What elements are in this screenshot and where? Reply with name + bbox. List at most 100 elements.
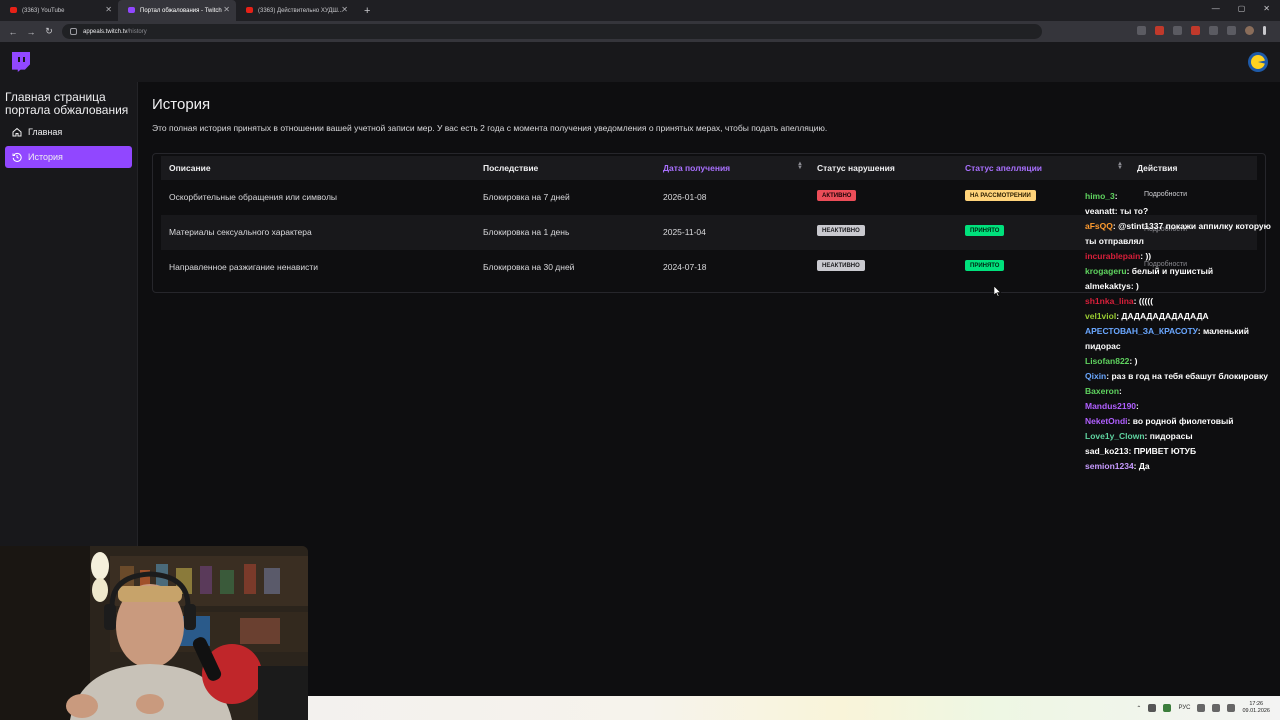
youtube-icon [10,7,17,13]
row-description: Направленное разжигание ненависти [169,262,318,272]
page-title: История [152,96,211,113]
volume-icon[interactable] [1212,704,1221,712]
sidebar-item-home[interactable]: Главная [5,121,132,143]
appeal-status-badge: НА РАССМОТРЕНИИ [965,190,1036,201]
tab-youtube-video[interactable]: (3363) Действительно ХУДШ... ✕ [236,0,354,21]
column-header-appeal-status[interactable]: Статус апелляции [965,163,1042,173]
menu-icon[interactable] [1263,26,1266,35]
tab-label: Портал обжалования - Twitch [140,7,222,14]
webcam-overlay [0,546,308,720]
chat-username[interactable]: Qixin [1085,371,1106,381]
chat-username[interactable]: krogageru [1085,266,1127,276]
extension-icon[interactable] [1137,26,1146,35]
chat-username[interactable]: himo_3 [1085,191,1115,201]
tab-youtube[interactable]: (3363) YouTube ✕ [0,0,118,21]
close-icon[interactable]: ✕ [223,5,230,14]
chat-username[interactable]: almekaktys [1085,281,1131,291]
clock[interactable]: 17:26 09.01.2026 [1242,701,1270,715]
chat-message: aFsQQ: @stint1337 покажи аппилку которую… [1085,219,1275,249]
row-description: Материалы сексуального характера [169,227,312,237]
chat-username[interactable]: Lisofan822 [1085,356,1129,366]
chat-separator: : [1136,401,1139,411]
chat-message: krogageru: белый и пушистый [1085,264,1275,279]
chat-message: Mandus2190: [1085,399,1275,414]
violation-status-badge: НЕАКТИВНО [817,260,865,271]
appeal-status-badge: ПРИНЯТО [965,260,1005,271]
reload-button[interactable]: ↻ [40,26,58,37]
close-icon[interactable]: ✕ [341,5,348,14]
tab-appeals-portal[interactable]: Портал обжалования - Twitch ✕ [118,0,236,21]
chat-username[interactable]: aFsQQ [1085,221,1113,231]
tab-label: (3363) Действительно ХУДШ... [258,7,343,14]
sort-icon[interactable]: ▲ ▼ [797,161,803,171]
chat-username[interactable]: sad_ko213 [1085,446,1128,456]
tab-label: (3363) YouTube [22,7,65,14]
webcam-feed-image [0,546,308,720]
chat-message: himo_3: [1085,189,1275,204]
site-info-icon[interactable] [70,28,77,35]
extension-icon[interactable] [1227,26,1236,35]
mouse-cursor-icon [993,284,1002,302]
top-navigation [0,42,1280,82]
chat-message: Love1y_Clown: пидорасы [1085,429,1275,444]
chat-message: Baxeron: [1085,384,1275,399]
chat-username[interactable]: veanatt [1085,206,1115,216]
column-header-date[interactable]: Дата получения [663,163,730,173]
close-icon[interactable]: ✕ [105,5,112,14]
tray-app-icon[interactable] [1163,704,1172,712]
extension-icon[interactable] [1155,26,1164,35]
address-bar[interactable]: appeals.twitch.tv/history [62,24,1042,39]
chat-text: )) [1145,251,1152,261]
chat-text: ) [1134,356,1138,366]
extension-icon[interactable] [1191,26,1200,35]
chat-separator: : [1119,386,1122,396]
twitch-logo-icon[interactable] [12,52,30,72]
back-button[interactable]: ← [4,27,22,37]
history-icon [12,152,22,162]
chat-text: раз в год на тебя ебашут блокировку [1111,371,1269,381]
sidebar-item-history[interactable]: История [5,146,132,168]
chat-message: incurablepain: )) [1085,249,1275,264]
chat-username[interactable]: Baxeron [1085,386,1119,396]
chat-text: ) [1136,281,1139,291]
chat-message: sad_ko213: ПРИВЕТ ЮТУБ [1085,444,1275,459]
table-header: Описание Последствие Дата получения ▲ ▼ С… [161,156,1257,180]
chat-username[interactable]: semion1234 [1085,461,1134,471]
column-header-actions: Действия [1137,163,1178,173]
chat-message: NeketOndi: во родной фиолетовый [1085,414,1275,429]
chat-message: sh1nka_lina: ((((( [1085,294,1275,309]
close-window-button[interactable]: ✕ [1263,4,1270,13]
minimize-button[interactable]: — [1212,4,1220,13]
network-icon[interactable] [1197,704,1206,712]
sidebar-item-label: Главная [28,127,63,137]
forward-button[interactable]: → [22,27,40,37]
extension-icon[interactable] [1173,26,1182,35]
sidebar-item-label: История [28,152,63,162]
chat-username[interactable]: sh1nka_lina [1085,296,1134,306]
chat-message: Qixin: раз в год на тебя ебашут блокиров… [1085,369,1275,384]
chat-text: во родной фиолетовый [1132,416,1234,426]
new-tab-button[interactable]: + [364,5,370,17]
chat-username[interactable]: Love1y_Clown [1085,431,1145,441]
chat-username[interactable]: Mandus2190 [1085,401,1136,411]
extension-icon[interactable] [1209,26,1218,35]
chat-username[interactable]: vel1viol [1085,311,1116,321]
language-indicator[interactable]: РУС [1178,705,1190,711]
tray-app-icon[interactable] [1148,704,1157,712]
profile-icon[interactable] [1245,26,1254,35]
battery-icon[interactable] [1227,704,1236,712]
chevron-up-icon[interactable]: ⌃ [1136,705,1141,712]
chat-username[interactable]: АРЕСТОВАН_ЗА_КРАСОТУ [1085,326,1198,336]
chat-username[interactable]: incurablepain [1085,251,1140,261]
sort-icon[interactable]: ▲ ▼ [1117,161,1123,171]
user-avatar[interactable] [1248,52,1268,72]
violation-status-badge: НЕАКТИВНО [817,225,865,236]
maximize-button[interactable]: ▢ [1238,4,1246,13]
window-controls: — ▢ ✕ [1212,4,1270,13]
chat-text: ((((( [1138,296,1154,306]
home-icon [12,127,22,137]
chat-username[interactable]: NeketOndi [1085,416,1128,426]
clock-date: 09.01.2026 [1242,708,1270,714]
clock-time: 17:26 [1249,701,1264,707]
chat-message: АРЕСТОВАН_ЗА_КРАСОТУ: маленький пидорас [1085,324,1275,354]
